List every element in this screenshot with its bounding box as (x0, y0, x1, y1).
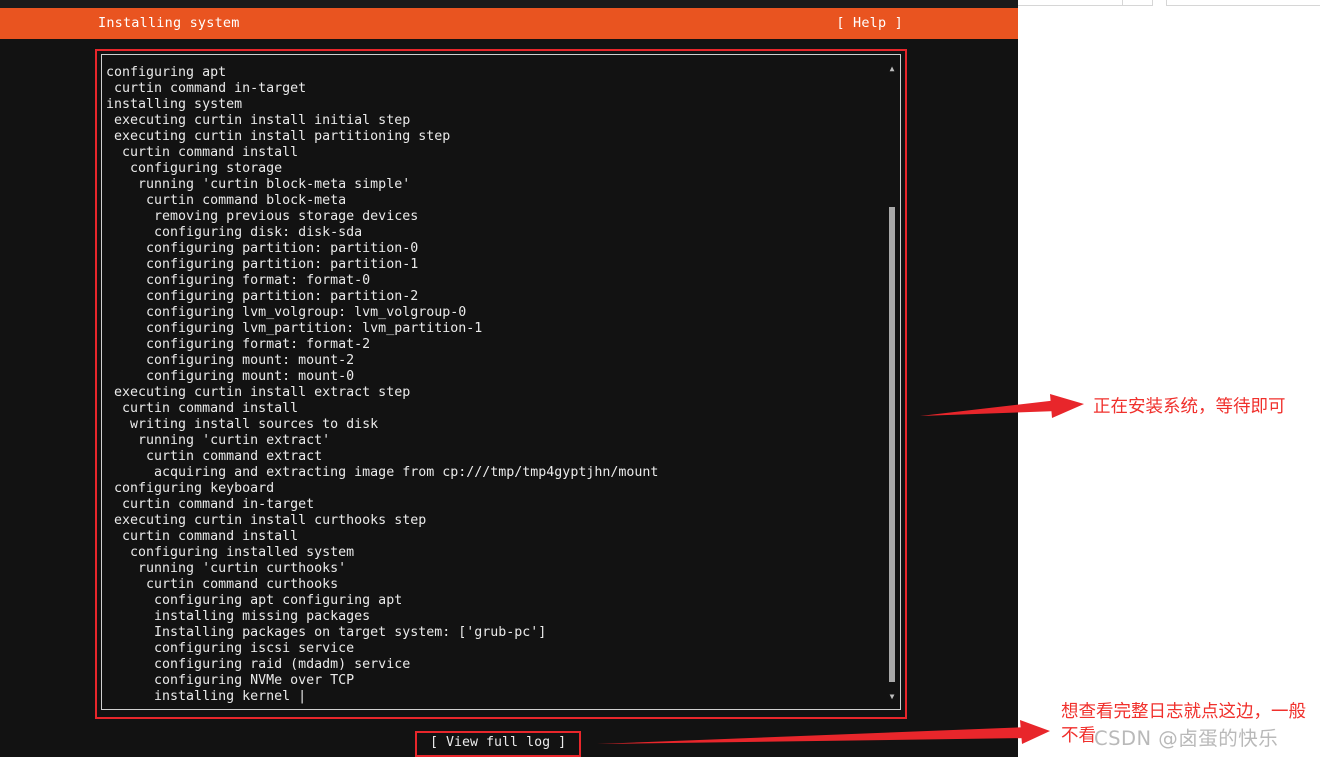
annotation-log-note: 正在安装系统，等待即可 (1093, 397, 1286, 417)
arrow-to-log (920, 394, 1084, 418)
annotation-arrows (597, 394, 1084, 744)
arrow-to-view-log (597, 720, 1050, 744)
watermark: CSDN @卤蛋的快乐 (1094, 727, 1279, 750)
